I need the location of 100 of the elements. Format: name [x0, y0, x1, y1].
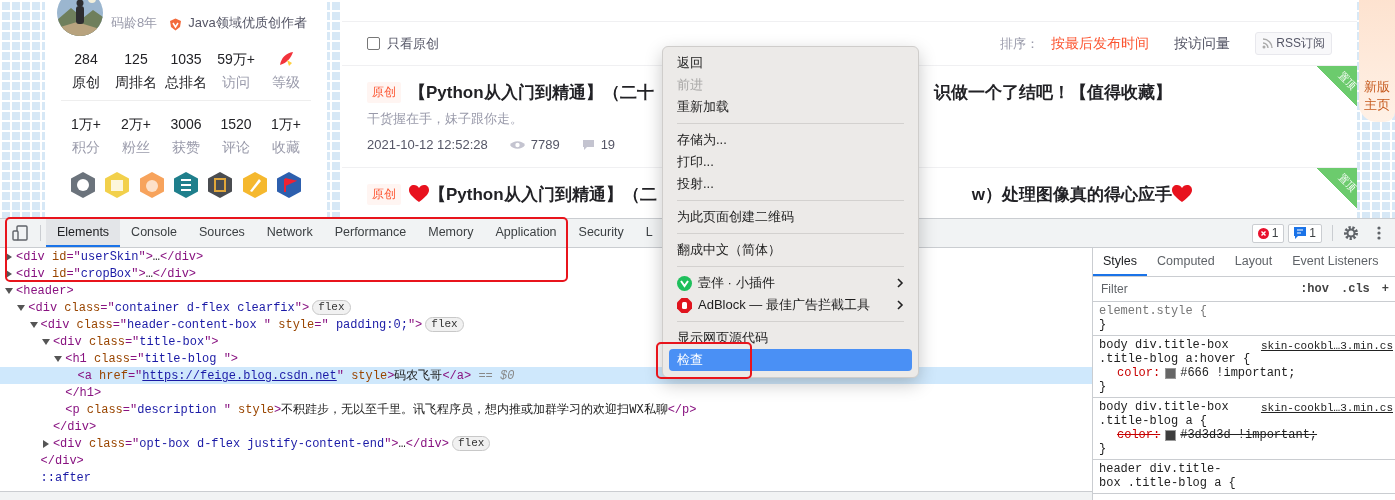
stat-value: 284	[74, 50, 98, 68]
menu-item[interactable]: 重新加载	[669, 96, 912, 118]
stat-label: 获赞	[172, 139, 200, 157]
dom-node-code[interactable]: <div class="container d-flex clearfix">	[28, 300, 310, 315]
styles-tab[interactable]: Layout	[1224, 248, 1283, 276]
css-selector: body div.title-box	[1099, 338, 1229, 352]
eye-icon	[509, 139, 525, 150]
color-swatch-icon[interactable]	[1165, 367, 1177, 379]
article-title[interactable]: 【Python从入门到精通】（二	[429, 182, 657, 206]
dom-node-code[interactable]: <div id="userSkin">…</div>	[16, 249, 204, 264]
stat-label: 收藏	[272, 139, 300, 157]
css-property: color:	[1117, 428, 1161, 442]
stat-value: 1万+	[271, 115, 301, 133]
quill-level-icon	[277, 50, 295, 68]
devtools-tab[interactable]: Console	[120, 219, 188, 247]
stat-value: 1035	[170, 50, 202, 68]
menu-item[interactable]: 壹伴 · 小插件	[669, 272, 912, 294]
menu-item[interactable]: 打印...	[669, 151, 912, 173]
view-count: 7789	[530, 137, 560, 152]
stat-label: 粉丝	[122, 139, 150, 157]
color-swatch-icon[interactable]	[1165, 429, 1177, 441]
expanded-triangle-icon[interactable]	[40, 336, 51, 347]
stat-label: 周排名	[115, 74, 157, 92]
dom-node-code[interactable]: ::after	[40, 470, 91, 485]
devtools-tab[interactable]: L	[634, 219, 664, 247]
menu-item[interactable]: 为此页面创建二维码	[669, 206, 912, 228]
article-description: 干货握在手，妹子跟你走。	[367, 110, 524, 128]
dom-node-code[interactable]: <div class="title-box">	[52, 334, 219, 349]
new-homepage-banner[interactable]: 新版主页	[1359, 0, 1395, 122]
devtools-tab[interactable]: Sources	[188, 219, 256, 247]
css-property: color:	[1117, 366, 1161, 380]
sort-option[interactable]: 按访问量	[1174, 34, 1231, 53]
more-options-icon[interactable]	[1377, 226, 1381, 240]
collapsed-triangle-icon[interactable]	[40, 438, 51, 449]
menu-item[interactable]: 存储为...	[669, 129, 912, 151]
css-selector: box .title-blog a {	[1099, 476, 1236, 490]
article-title[interactable]: 【Python从入门到精通】（二十	[409, 80, 654, 104]
menu-item[interactable]: AdBlock — 最佳广告拦截工具	[669, 294, 912, 316]
stylesheet-link[interactable]: skin-cookbl…3.min.cs	[1260, 401, 1393, 415]
styles-tab[interactable]: Styles	[1093, 248, 1148, 276]
message-icon	[1294, 227, 1307, 239]
error-count[interactable]: 1	[1251, 223, 1285, 243]
sort-label: 排序：	[1000, 34, 1040, 53]
original-tag: 原创	[367, 81, 401, 103]
expanded-triangle-icon[interactable]	[28, 319, 39, 330]
dom-node-code[interactable]: <div class="header-content-box " style=" padding:0;">	[40, 317, 423, 332]
styles-tool[interactable]: .cls	[1341, 282, 1370, 296]
expanded-triangle-icon[interactable]	[4, 285, 14, 296]
styles-tool[interactable]: +	[1381, 282, 1389, 296]
dom-node-code[interactable]: <div class="opt-box d-flex justify-content-end">…</div>	[52, 436, 449, 451]
devtools-tab[interactable]: Network	[255, 219, 324, 247]
devtools-tab[interactable]: Application	[484, 219, 568, 247]
devtools-tab[interactable]: Performance	[323, 219, 418, 247]
dom-node-code[interactable]: <h1 class="title-blog ">	[65, 351, 239, 366]
settings-icon[interactable]	[1343, 225, 1359, 241]
dom-node-code: </div>	[40, 453, 84, 468]
extension-icon	[677, 275, 692, 291]
devtools-tab[interactable]: Elements	[46, 219, 121, 247]
dom-node-code[interactable]: <header>	[16, 283, 74, 298]
styles-tab[interactable]: Event Listeners	[1282, 248, 1389, 276]
device-toggle-icon[interactable]	[12, 225, 28, 241]
styles-tab[interactable]: Computed	[1147, 248, 1225, 276]
menu-item[interactable]: 返回	[669, 52, 912, 74]
stat-label: 等级	[272, 74, 300, 92]
expanded-triangle-icon[interactable]	[16, 302, 27, 313]
css-selector: header div.title-	[1099, 462, 1222, 476]
layout-badge[interactable]: flex	[425, 317, 464, 332]
closing-brace: }	[1099, 318, 1107, 332]
menu-item[interactable]: 翻成中文（简体）	[669, 239, 912, 261]
expanded-triangle-icon[interactable]	[53, 353, 64, 364]
closing-brace: }	[1099, 442, 1107, 456]
checkbox-label[interactable]: 只看原创	[387, 34, 439, 53]
stat-label: 访问	[222, 74, 250, 92]
dom-node-code[interactable]: <div id="cropBox">…</div>	[16, 266, 197, 281]
stylesheet-link[interactable]: skin-cookbl…3.min.cs	[1260, 339, 1393, 353]
article-title[interactable]: w）处理图像真的得心应手	[971, 182, 1172, 206]
layout-badge[interactable]: flex	[452, 436, 491, 451]
comment-icon	[581, 138, 595, 151]
collapsed-triangle-icon[interactable]	[4, 251, 14, 262]
collapsed-triangle-icon[interactable]	[4, 268, 14, 279]
pinned-label: 置顶	[1335, 171, 1357, 195]
message-count[interactable]: 1	[1288, 223, 1322, 243]
layout-badge[interactable]: flex	[312, 300, 351, 315]
rss-button[interactable]: RSS订阅	[1255, 32, 1332, 55]
closing-brace: }	[1099, 380, 1107, 394]
dom-node-code: </div>	[52, 419, 97, 434]
stat-value: 1万+	[71, 115, 101, 133]
devtools-tab[interactable]: Security	[567, 219, 635, 247]
dom-node-code[interactable]: <p class="description " style>不积跬步，无以至千里。讯飞程序员，想内推或加群学习的欢迎扫WX私聊</p>	[65, 401, 697, 418]
checkbox[interactable]	[367, 37, 380, 50]
coding-age: 码龄8年	[111, 14, 158, 32]
menu-item[interactable]: 投射...	[669, 173, 912, 195]
devtools-tab[interactable]: Memory	[417, 219, 485, 247]
article-title[interactable]: 识做一个了结吧！【值得收藏】	[934, 80, 1172, 104]
stat-label: 评论	[222, 139, 250, 157]
stat-label: 积分	[72, 139, 100, 157]
comment-count: 19	[600, 137, 616, 152]
stat-value: 59万+	[217, 50, 255, 68]
pinned-label: 置顶	[1335, 69, 1357, 93]
styles-tool[interactable]: :hov	[1300, 282, 1329, 296]
